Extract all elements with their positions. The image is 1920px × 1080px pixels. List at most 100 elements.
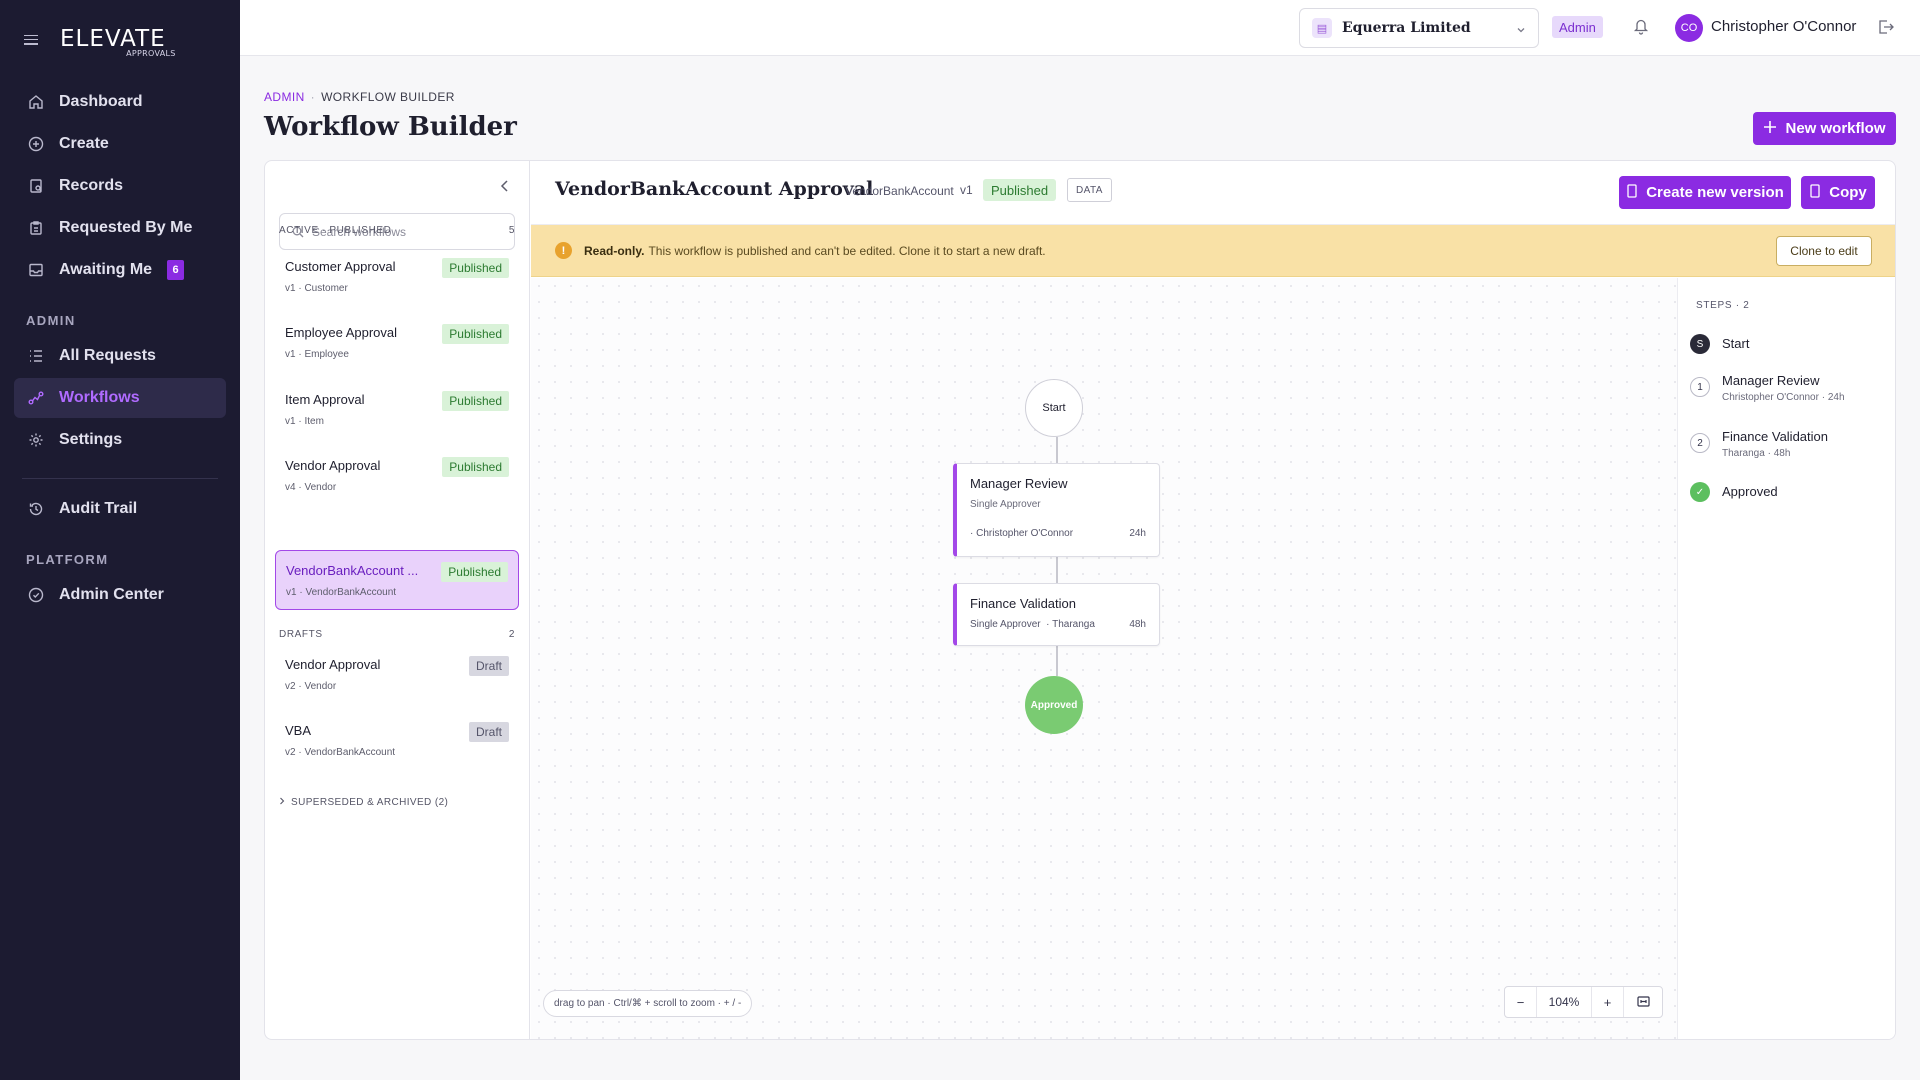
logout-icon[interactable] [1877,18,1895,41]
sidebar-item-label: Records [59,177,124,194]
sidebar-section-admin: ADMIN [26,312,76,328]
sidebar-divider [22,478,218,479]
status-badge: Draft [468,656,509,676]
zoom-out-button[interactable]: − [1505,987,1537,1017]
step-label: Manager Review [1722,373,1820,388]
workflow-list-item[interactable]: Employee Approval v1 · Employee Publishe… [275,313,519,373]
breadcrumb-admin[interactable]: ADMIN [264,90,305,104]
workflow-name: Employee Approval [285,325,398,340]
workflow-meta: v2 · VendorBankAccount [285,747,396,758]
sidebar-item-label: Create [59,135,109,152]
workflow-meta: v1 · Customer [285,283,348,294]
sidebar-item-label: Workflows [59,389,140,406]
active-group-header: ACTIVE · PUBLISHED 5 [279,225,515,236]
sidebar-item-dashboard[interactable]: Dashboard [14,82,226,122]
workflow-name: Vendor Approval [285,458,381,473]
new-workflow-button[interactable]: New workflow [1753,112,1896,145]
workflow-list-item-selected[interactable]: VendorBankAccount ... v1 · VendorBankAcc… [275,550,519,610]
bell-icon[interactable] [1633,17,1649,40]
approved-node[interactable]: Approved [1025,676,1083,734]
workflow-detail: VendorBankAccount Approval VendorBankAcc… [531,161,1895,1039]
organization-icon: ▤ [1312,18,1332,38]
sidebar-section-platform: PLATFORM [26,551,109,567]
steps-panel: STEPS · 2 S Start 1 Manager Review Chris… [1677,278,1895,1039]
inbox-icon [28,262,44,278]
sidebar-item-all-requests[interactable]: All Requests [14,336,226,376]
start-node[interactable]: Start [1025,379,1083,437]
fit-view-button[interactable] [1624,987,1662,1017]
create-new-version-button[interactable]: Create new version [1619,176,1791,209]
workflow-list-item[interactable]: Customer Approval v1 · Customer Publishe… [275,247,519,307]
menu-icon[interactable] [24,34,38,45]
step-details: Single Approver · Tharanga 48h [970,619,1146,630]
sidebar-item-records[interactable]: Records [14,166,226,206]
step-title: Finance Validation [970,596,1076,611]
step-label: Approved [1722,484,1778,499]
sidebar-item-audit-trail[interactable]: Audit Trail [14,489,226,529]
workflow-canvas[interactable]: Start Manager Review Single Approver · C… [531,278,1677,1039]
step-title: Manager Review [970,476,1068,491]
step-label: Finance Validation [1722,429,1828,444]
role-badge: Admin [1552,16,1603,38]
sidebar-item-create[interactable]: Create [14,124,226,164]
workflow-list: ACTIVE · PUBLISHED 5 Customer Approval v… [265,161,530,1039]
avatar[interactable]: CO [1675,14,1703,42]
status-badge: Published [442,391,509,411]
workflow-icon [28,390,44,406]
sidebar-item-requested-by-me[interactable]: Requested By Me [14,208,226,248]
sidebar-item-settings[interactable]: Settings [14,420,226,460]
workflow-detail-header: VendorBankAccount Approval VendorBankAcc… [531,161,1895,225]
data-tag[interactable]: DATA [1067,178,1112,202]
read-only-label: Read-only. [584,243,645,258]
sidebar-item-awaiting-me[interactable]: Awaiting Me 6 [14,250,226,290]
sidebar-item-workflows[interactable]: Workflows [14,378,226,418]
step-node-manager-review[interactable]: Manager Review Single Approver · Christo… [953,463,1160,557]
warning-icon: ! [555,242,572,259]
new-workflow-label: New workflow [1785,120,1886,137]
drafts-group-header: DRAFTS 2 [279,629,515,640]
chevron-left-icon[interactable] [499,179,511,198]
status-badge: Published [442,324,509,344]
copy-icon [1809,183,1821,202]
workflow-name: VendorBankAccount ... [286,563,419,578]
clipboard-icon [28,220,44,236]
step-list-item[interactable]: ✓ Approved [1690,482,1778,502]
top-bar: ▤ Equerra Limited Admin CO Christopher O… [240,0,1920,56]
zoom-in-button[interactable]: + [1592,987,1624,1017]
logo-subtitle: APPROVALS [126,49,176,58]
step-label: Start [1722,336,1750,351]
chevron-down-icon [1516,22,1526,40]
page-title: Workflow Builder [264,112,517,142]
step-node-finance-validation[interactable]: Finance Validation Single Approver · Tha… [953,583,1160,646]
organization-selector[interactable]: ▤ Equerra Limited [1299,8,1539,48]
sidebar-item-admin-center[interactable]: Admin Center [14,575,226,615]
steps-heading: STEPS · 2 [1696,300,1750,311]
step-list-item[interactable]: 2 Finance Validation Tharanga · 48h [1690,427,1828,459]
superseded-archived-label: SUPERSEDED & ARCHIVED (2) [291,797,449,808]
copy-button[interactable]: Copy [1801,176,1875,209]
workflow-meta: v4 · Vendor [285,482,337,493]
workflow-name: VBA [285,723,312,738]
workflow-list-item[interactable]: Vendor Approval v2 · Vendor Draft [275,645,519,705]
admin-center-icon [28,587,44,603]
awaiting-count-badge: 6 [167,260,185,280]
step-list-item[interactable]: S Start [1690,334,1749,354]
workflow-meta: v1 · Employee [285,349,349,360]
superseded-archived-toggle[interactable]: SUPERSEDED & ARCHIVED (2) [279,797,448,808]
workflow-name: Item Approval [285,392,365,407]
clone-to-edit-button[interactable]: Clone to edit [1776,236,1872,266]
step-list-item[interactable]: 1 Manager Review Christopher O'Connor · … [1690,371,1845,403]
step-type: Single Approver [970,619,1041,630]
workflow-list-item[interactable]: Vendor Approval v4 · Vendor Published [275,446,519,506]
breadcrumb-separator: · [310,90,316,104]
active-group-label: ACTIVE · PUBLISHED [279,225,392,236]
user-name[interactable]: Christopher O'Connor [1711,18,1856,35]
status-badge: Published [442,457,509,477]
step-assignee: · Christopher O'Connor [970,528,1074,539]
workflow-list-item[interactable]: Item Approval v1 · Item Published [275,380,519,440]
sidebar-item-label: Awaiting Me [59,261,153,278]
edge-connector [1056,557,1058,583]
plus-circle-icon [28,136,44,152]
workflow-list-item[interactable]: VBA v2 · VendorBankAccount Draft [275,711,519,771]
logo[interactable]: ELEVATE APPROVALS [60,28,175,58]
